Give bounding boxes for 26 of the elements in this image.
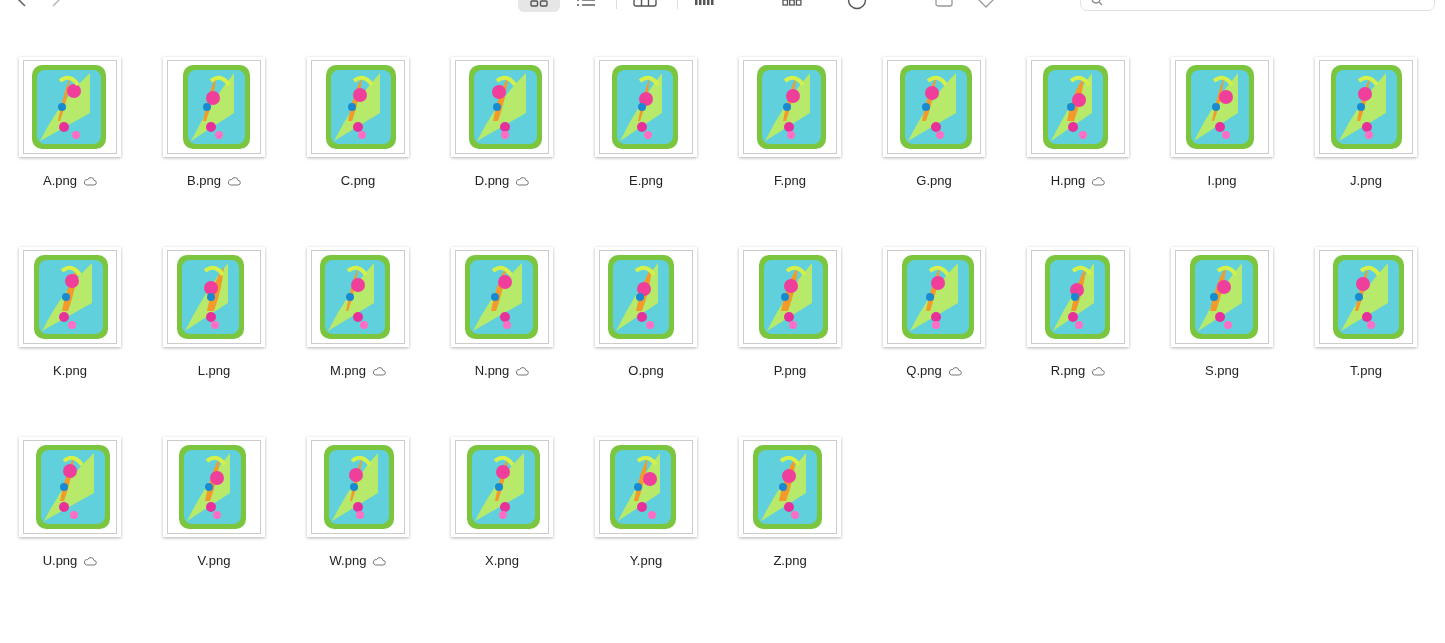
file-name[interactable]: B.png (187, 173, 221, 188)
file-name[interactable]: I.png (1207, 173, 1237, 188)
file-name[interactable]: E.png (629, 173, 663, 188)
file-name[interactable]: N.png (474, 363, 510, 378)
file-name[interactable]: R.png (1050, 363, 1086, 378)
file-name[interactable]: V.png (197, 553, 231, 568)
file-name[interactable]: C.png (340, 173, 376, 188)
file-name[interactable]: X.png (485, 553, 519, 568)
file-name[interactable]: A.png (43, 173, 77, 188)
file-name[interactable]: T.png (1350, 363, 1382, 378)
file-name[interactable]: Z.png (773, 553, 807, 568)
file-name[interactable]: Q.png (906, 363, 942, 378)
file-name[interactable]: W.png (329, 553, 367, 568)
file-name[interactable]: F.png (774, 173, 806, 188)
file-name[interactable]: P.png (773, 363, 807, 378)
file-name[interactable]: M.png (329, 363, 367, 378)
file-name[interactable]: J.png (1350, 173, 1382, 188)
file-name[interactable]: U.png (42, 553, 78, 568)
file-name[interactable]: L.png (197, 363, 231, 378)
file-name[interactable]: G.png (916, 173, 952, 188)
file-name[interactable]: O.png (628, 363, 664, 378)
file-name[interactable]: K.png (53, 363, 87, 378)
file-name[interactable]: D.png (474, 173, 510, 188)
file-name[interactable]: S.png (1205, 363, 1239, 378)
file-name[interactable]: Y.png (629, 553, 663, 568)
file-name[interactable]: H.png (1050, 173, 1086, 188)
